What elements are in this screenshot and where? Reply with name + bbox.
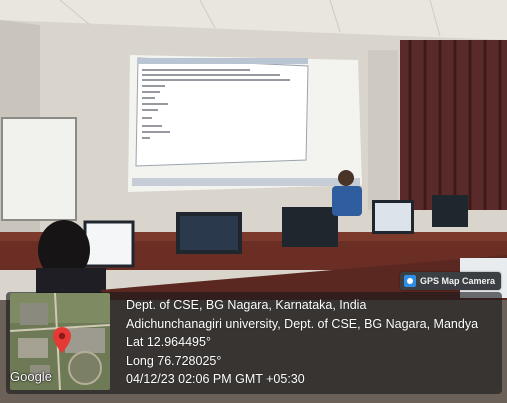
address-line-1: Dept. of CSE, BG Nagara, Karnataka, Indi… <box>126 298 367 312</box>
google-logo: Google <box>10 369 52 384</box>
badge-label: GPS Map Camera <box>419 276 495 286</box>
longitude: Long 76.728025° <box>126 353 222 368</box>
camera-icon <box>403 275 416 287</box>
datetime: 04/12/23 02:06 PM GMT +05:30 <box>126 372 305 386</box>
latitude: Lat 12.964495° <box>126 335 211 349</box>
geotag-text: Dept. of CSE, BG Nagara, Karnataka, Indi… <box>126 296 502 389</box>
address-line-2: Adichunchanagiri university, Dept. of CS… <box>126 316 479 331</box>
gps-map-camera-badge: GPS Map Camera <box>399 272 501 290</box>
